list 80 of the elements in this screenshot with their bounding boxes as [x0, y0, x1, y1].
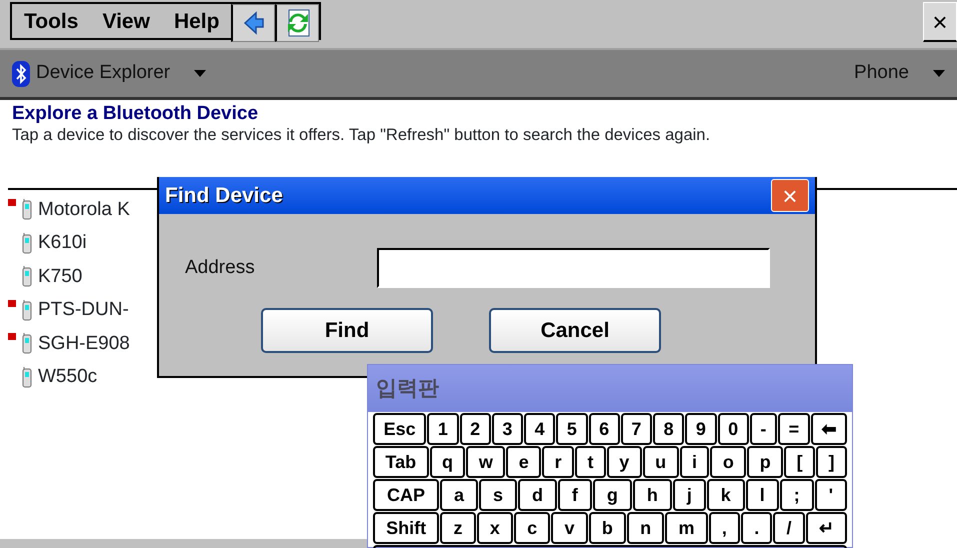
back-button[interactable]: [231, 4, 276, 42]
keyboard-key[interactable]: [: [784, 446, 816, 478]
device-type-dropdown[interactable]: Phone: [854, 59, 909, 88]
keyboard-key[interactable]: 0: [718, 413, 749, 445]
keyboard-key[interactable]: CAP: [373, 479, 439, 511]
app-title-dropdown[interactable]: Device Explorer: [36, 59, 170, 88]
address-label: Address: [185, 256, 256, 280]
keyboard-key[interactable]: 1: [427, 413, 459, 445]
keyboard-key[interactable]: 4: [524, 413, 556, 445]
keyboard-key[interactable]: t: [575, 446, 606, 478]
close-button[interactable]: ×: [923, 2, 957, 42]
keyboard-key[interactable]: s: [478, 479, 517, 511]
caret-icon: [194, 70, 206, 77]
keyboard-key[interactable]: c: [514, 512, 550, 544]
keyboard-key[interactable]: g: [592, 479, 632, 511]
bluetooth-icon: [12, 60, 30, 86]
keyboard-key[interactable]: e: [506, 446, 542, 478]
phone-icon: [22, 333, 32, 356]
device-name[interactable]: K610i: [38, 229, 87, 258]
keyboard-key[interactable]: v: [551, 512, 588, 544]
refresh-button[interactable]: [275, 4, 320, 42]
keyboard-key[interactable]: m: [665, 512, 708, 544]
keyboard-key[interactable]: i: [680, 446, 710, 478]
keyboard-key[interactable]: ': [814, 479, 847, 511]
keyboard-key[interactable]: q: [430, 446, 466, 478]
keyboard-key[interactable]: d: [518, 479, 557, 511]
keyboard-key[interactable]: p: [747, 446, 784, 478]
keyboard-key[interactable]: j: [672, 479, 706, 511]
keyboard-key[interactable]: Tab: [373, 446, 429, 478]
keyboard-key[interactable]: o: [710, 446, 746, 478]
keyboard-key[interactable]: 5: [556, 413, 588, 445]
keyboard-key[interactable]: ↵: [806, 512, 848, 544]
keyboard-key[interactable]: u: [642, 446, 679, 478]
keyboard-key[interactable]: =: [778, 413, 810, 445]
close-button[interactable]: ×: [771, 179, 809, 212]
keyboard-key[interactable]: n: [627, 512, 664, 544]
keyboard-key[interactable]: 6: [588, 413, 620, 445]
device-name[interactable]: Motorola K: [38, 196, 130, 224]
dialog-button[interactable]: Find: [261, 308, 433, 353]
dialog-button[interactable]: Cancel: [489, 308, 661, 353]
keyboard-key[interactable]: Esc: [373, 413, 426, 445]
keyboard-key[interactable]: h: [632, 479, 672, 511]
keyboard-key[interactable]: 2: [460, 413, 491, 445]
keyboard-key[interactable]: 7: [620, 413, 652, 445]
keyboard-key[interactable]: ,: [708, 512, 740, 544]
keyboard-key[interactable]: ]: [816, 446, 847, 478]
keyboard-key[interactable]: /: [773, 512, 805, 544]
phone-icon: [22, 232, 32, 255]
keyboard-key[interactable]: 3: [492, 413, 524, 445]
phone-icon: [22, 300, 32, 322]
keyboard-key[interactable]: b: [588, 512, 626, 544]
phone-icon: [22, 266, 32, 288]
caret-icon: [933, 70, 945, 77]
keyboard-key[interactable]: f: [558, 479, 592, 511]
keyboard-key[interactable]: 8: [653, 413, 684, 445]
dialog-title: Find Device: [165, 182, 283, 209]
keyboard-key[interactable]: l: [746, 479, 779, 511]
phone-icon: [22, 366, 32, 389]
keyboard-key[interactable]: ⬅: [810, 413, 847, 445]
device-name[interactable]: K750: [38, 262, 82, 292]
keyboard-key[interactable]: r: [542, 446, 574, 478]
description-text: Tap a device to discover the services it offers. Tap "Refresh" button to search the devices again.: [12, 124, 712, 146]
keyboard-key[interactable]: x: [476, 512, 513, 544]
phone-icon: [22, 199, 32, 222]
keyboard-key[interactable]: a: [440, 479, 478, 511]
keyboard-key[interactable]: Shift: [373, 512, 440, 544]
keyboard-key[interactable]: -: [750, 413, 777, 445]
device-name[interactable]: PTS-DUN-: [38, 296, 129, 325]
keyboard-key[interactable]: z: [440, 512, 476, 544]
keyboard-key[interactable]: .: [741, 512, 772, 544]
keyboard-title: 입력판: [376, 376, 439, 402]
keyboard-key[interactable]: y: [606, 446, 642, 478]
device-name[interactable]: W550c: [38, 363, 98, 392]
keyboard-key[interactable]: ;: [780, 479, 814, 511]
keyboard-key[interactable]: k: [706, 479, 745, 511]
page-heading: Explore a Bluetooth Device: [12, 104, 260, 125]
device-name[interactable]: SGH-E908: [38, 330, 130, 358]
keyboard-key[interactable]: 9: [685, 413, 717, 445]
arrow-icon: [242, 11, 265, 35]
keyboard-key[interactable]: w: [466, 446, 506, 478]
